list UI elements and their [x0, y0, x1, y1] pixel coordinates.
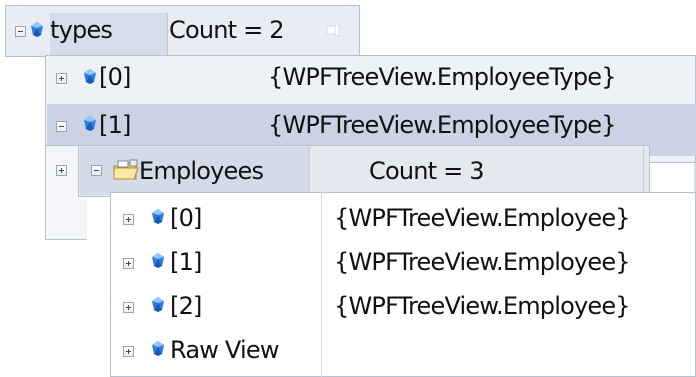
types-datatip: types Count = 2	[5, 5, 360, 57]
expand-icon[interactable]	[123, 302, 134, 313]
employees-count: Count = 3	[369, 157, 485, 185]
debugger-datatip-stage: types Count = 2 [0] {WPFTreeView.Employe…	[0, 0, 696, 377]
folder-icon	[113, 159, 139, 180]
expand-icon[interactable]	[123, 258, 134, 269]
blue-gem-icon	[152, 341, 164, 356]
collapse-icon[interactable]	[56, 121, 67, 132]
blue-gem-icon	[84, 69, 96, 84]
types-count: Count = 2	[169, 16, 285, 44]
types-name: types	[50, 16, 113, 44]
employee-item-name: [0]	[170, 204, 202, 232]
employees-end-cell	[643, 147, 649, 195]
types-item-name: [1]	[99, 111, 131, 139]
types-item-name: [0]	[99, 63, 131, 91]
employee-item-value: {WPFTreeView.Employee}	[334, 204, 631, 232]
employee-item-name: [1]	[170, 248, 202, 276]
types-item-value: {WPFTreeView.EmployeeType}	[268, 63, 617, 91]
expand-icon[interactable]	[123, 214, 134, 225]
expand-icon[interactable]	[123, 346, 134, 357]
expand-icon[interactable]	[56, 165, 67, 176]
types-item-value: {WPFTreeView.EmployeeType}	[268, 111, 617, 139]
blue-gem-icon	[152, 209, 164, 224]
collapse-icon[interactable]	[91, 165, 102, 176]
collapse-icon[interactable]	[15, 26, 26, 37]
blue-gem-icon	[152, 253, 164, 268]
expand-icon[interactable]	[56, 73, 67, 84]
employee-item-value: {WPFTreeView.Employee}	[334, 248, 631, 276]
employee-item-name: [2]	[170, 292, 202, 320]
pin-icon[interactable]	[326, 23, 340, 37]
blue-gem-icon	[31, 22, 43, 37]
raw-view-label: Raw View	[170, 336, 279, 364]
blue-gem-icon	[152, 297, 164, 312]
column-divider	[321, 192, 322, 377]
employee-item-value: {WPFTreeView.Employee}	[334, 292, 631, 320]
employees-name: Employees	[139, 157, 264, 185]
blue-gem-icon	[84, 116, 96, 131]
